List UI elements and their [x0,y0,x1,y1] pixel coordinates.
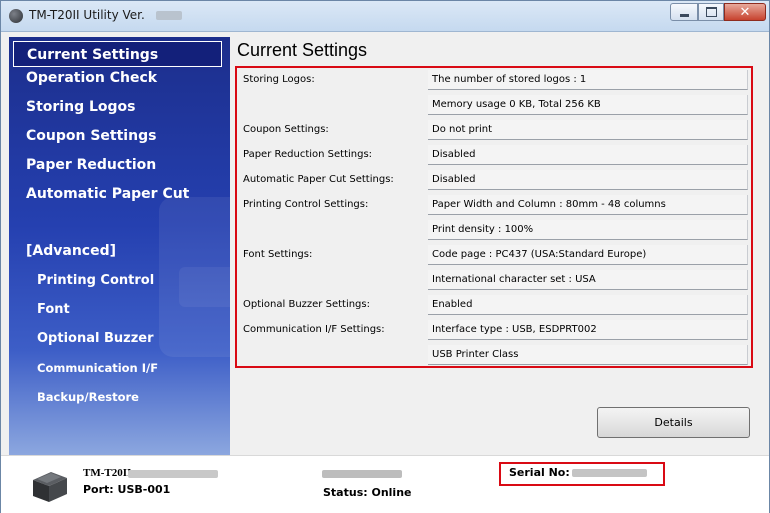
settings-row: Print density : 100% [237,218,751,243]
settings-row: Memory usage 0 KB, Total 256 KB [237,93,751,118]
minimize-icon [679,13,689,17]
row-label: Coupon Settings: [243,124,329,135]
row-value: Disabled [428,170,748,190]
version-redacted [156,11,182,20]
settings-summary-panel: Storing Logos: The number of stored logo… [235,66,753,368]
sidebar-item-paper-reduction[interactable]: Paper Reduction [9,152,230,178]
serial-redacted [572,469,647,477]
row-label: Optional Buzzer Settings: [243,299,370,310]
settings-row: Paper Reduction Settings: Disabled [237,143,751,168]
status-footer: TM-T20II Port: USB-001 Status: Online Se… [1,455,769,513]
sidebar-item-optional-buzzer[interactable]: Optional Buzzer [9,327,230,351]
details-button[interactable]: Details [597,407,750,438]
printer-model: TM-T20II [83,467,132,479]
sidebar-item-operation-check[interactable]: Operation Check [9,65,230,91]
title-bar[interactable]: TM-T20II Utility Ver. ✕ [1,1,769,32]
row-value: International character set : USA [428,270,748,290]
row-label: Communication I/F Settings: [243,324,385,335]
row-value: The number of stored logos : 1 [428,70,748,90]
row-label: Storing Logos: [243,74,315,85]
maximize-button[interactable] [698,3,724,21]
settings-row: Coupon Settings: Do not print [237,118,751,143]
settings-row: Communication I/F Settings: Interface ty… [237,318,751,343]
row-value: Print density : 100% [428,220,748,240]
close-icon: ✕ [739,4,751,20]
settings-row: Printing Control Settings: Paper Width a… [237,193,751,218]
row-value: Interface type : USB, ESDPRT002 [428,320,748,340]
printer-status: Status: Online [323,486,412,499]
page-title: Current Settings [237,40,368,60]
app-window: TM-T20II Utility Ver. ✕ Current Settings… [0,0,770,513]
app-icon [9,9,23,23]
row-label: Automatic Paper Cut Settings: [243,174,394,185]
close-button[interactable]: ✕ [724,3,766,21]
model-redacted [128,470,218,478]
row-value: Disabled [428,145,748,165]
settings-row: USB Printer Class [237,343,751,368]
printer-port: Port: USB-001 [83,483,171,496]
settings-row: Font Settings: Code page : PC437 (USA:St… [237,243,751,268]
maximize-icon [705,7,717,17]
row-value: USB Printer Class [428,345,748,365]
sidebar-item-storing-logos[interactable]: Storing Logos [9,94,230,120]
sidebar-nav: Current Settings Operation Check Storing… [9,37,230,455]
minimize-button[interactable] [670,3,698,21]
sidebar-item-coupon-settings[interactable]: Coupon Settings [9,123,230,149]
row-value: Code page : PC437 (USA:Standard Europe) [428,245,748,265]
sidebar-item-communication-if[interactable]: Communication I/F [9,357,230,379]
status-redacted [322,470,402,478]
sidebar-item-printing-control[interactable]: Printing Control [9,269,230,293]
sidebar-item-backup-restore[interactable]: Backup/Restore [9,386,230,408]
printer-icon [33,472,67,502]
sidebar-item-font[interactable]: Font [9,298,230,322]
settings-row: Storing Logos: The number of stored logo… [237,68,751,93]
row-value: Paper Width and Column : 80mm - 48 colum… [428,195,748,215]
row-label: Font Settings: [243,249,313,260]
window-title: TM-T20II Utility Ver. [29,8,145,22]
serial-label: Serial No: [509,466,570,479]
settings-row: International character set : USA [237,268,751,293]
row-value: Memory usage 0 KB, Total 256 KB [428,95,748,115]
row-label: Printing Control Settings: [243,199,369,210]
row-value: Do not print [428,120,748,140]
advanced-header: [Advanced] [26,243,117,259]
settings-row: Automatic Paper Cut Settings: Disabled [237,168,751,193]
row-value: Enabled [428,295,748,315]
sidebar-item-current-settings[interactable]: Current Settings [13,41,222,67]
sidebar-item-automatic-paper-cut[interactable]: Automatic Paper Cut [9,181,230,207]
row-label: Paper Reduction Settings: [243,149,373,160]
settings-row: Optional Buzzer Settings: Enabled [237,293,751,318]
